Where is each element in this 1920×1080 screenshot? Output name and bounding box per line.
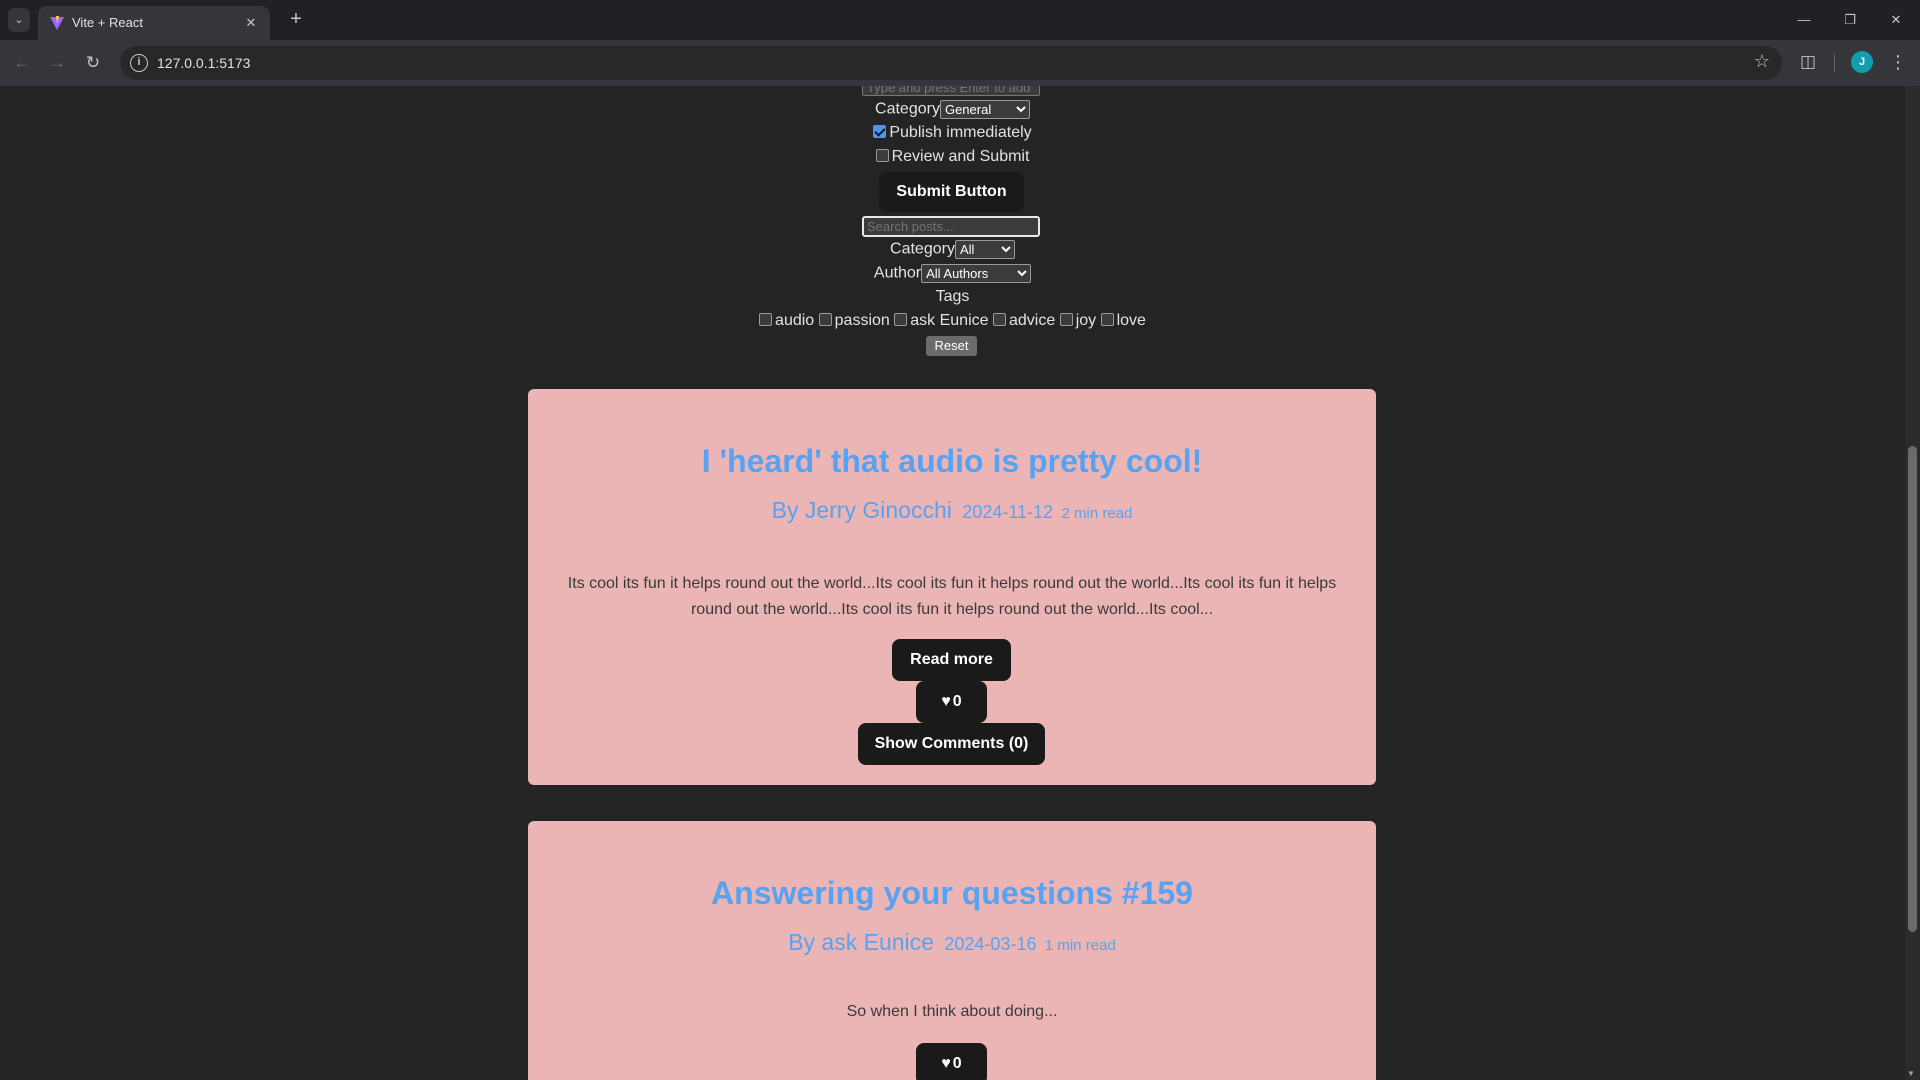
like-count: 0 [952, 1055, 962, 1072]
tags-heading: Tags [935, 288, 970, 305]
form-category-select[interactable]: General [939, 100, 1030, 119]
extensions-puzzle-icon[interactable]: ◫ [1796, 50, 1820, 74]
post-date: 2024-11-12 [962, 502, 1054, 522]
filter-author-select[interactable]: All Authors [921, 264, 1032, 283]
post-title[interactable]: I 'heard' that audio is pretty cool! [528, 443, 1376, 480]
page-scrollbar[interactable]: ▼ [1905, 86, 1920, 1080]
tag-label: joy [1075, 312, 1097, 329]
review-row: Review and Submit [0, 148, 1905, 166]
tag-label: love [1116, 312, 1146, 329]
toolbar-divider [1834, 54, 1835, 72]
tab-close-icon[interactable]: ✕ [242, 14, 260, 32]
tag-label: advice [1008, 312, 1056, 329]
like-count: 0 [952, 693, 962, 710]
back-arrow-icon[interactable]: ← [8, 49, 36, 77]
filter-author-label: Author [873, 264, 922, 282]
tab-list-chevron-icon[interactable]: ⌄ [8, 8, 30, 32]
tags-checkbox-list: audio passion ask Eunice advice joy love [0, 312, 1905, 330]
reset-button[interactable]: Reset [926, 336, 977, 356]
window-close-icon[interactable]: ✕ [1873, 0, 1919, 40]
heart-icon: ♥ [941, 1055, 951, 1072]
tag-checkbox-advice[interactable] [992, 313, 1006, 326]
tab-title: Vite + React [72, 15, 143, 30]
post-card: I 'heard' that audio is pretty cool! By … [528, 389, 1376, 785]
tag-checkbox-joy[interactable] [1059, 313, 1073, 326]
publish-checkbox[interactable] [873, 125, 887, 138]
show-comments-button[interactable]: Show Comments (0) [858, 723, 1045, 765]
forward-arrow-icon[interactable]: → [43, 49, 71, 77]
filter-category-row: Category All [0, 240, 1905, 259]
post-read-time: 2 min read [1061, 505, 1133, 522]
tag-checkbox-passion[interactable] [818, 313, 832, 326]
post-card: Answering your questions #159 By ask Eun… [528, 821, 1376, 1080]
tag-input[interactable] [862, 86, 1040, 96]
browser-tab-bar: ⌄ Vite + React ✕ + — ❐ ✕ [0, 0, 1920, 40]
publish-label: Publish immediately [889, 124, 1032, 141]
scroll-down-arrow-icon[interactable]: ▼ [1907, 1069, 1915, 1078]
filter-author-row: Author All Authors [0, 264, 1905, 283]
post-date: 2024-03-16 [944, 934, 1037, 954]
read-more-button[interactable]: Read more [892, 639, 1011, 681]
like-button[interactable]: ♥ 0 [916, 1043, 987, 1080]
scrollbar-thumb[interactable] [1908, 446, 1917, 932]
tag-label: audio [775, 312, 815, 329]
post-author: By ask Eunice [788, 929, 934, 955]
filter-category-select[interactable]: All [954, 240, 1015, 259]
tag-label: passion [834, 312, 890, 329]
like-button[interactable]: ♥ 0 [916, 681, 987, 723]
post-meta: By ask Eunice 2024-03-16 1 min read [528, 929, 1376, 956]
review-label: Review and Submit [891, 148, 1030, 165]
vite-logo-icon [50, 16, 64, 30]
browser-tab[interactable]: Vite + React ✕ [38, 6, 270, 40]
page-viewport: CategoryGeneral Publish immediately Revi… [0, 86, 1920, 1080]
tag-checkbox-ask-eunice[interactable] [894, 313, 908, 326]
browser-toolbar: ← → ↻ i 127.0.0.1:5173 ☆ ◫ J ⋮ [0, 40, 1920, 86]
review-checkbox[interactable] [875, 149, 889, 162]
post-author: By Jerry Ginocchi [771, 497, 952, 523]
site-info-icon[interactable]: i [130, 54, 148, 72]
browser-menu-icon[interactable]: ⋮ [1886, 50, 1910, 74]
address-bar[interactable]: i 127.0.0.1:5173 ☆ [120, 46, 1782, 80]
submit-button[interactable]: Submit Button [879, 172, 1024, 212]
form-category-label: Category [875, 100, 940, 118]
tag-checkbox-love[interactable] [1100, 313, 1114, 326]
minimize-icon[interactable]: — [1781, 0, 1827, 40]
filter-category-label: Category [890, 240, 955, 258]
post-title[interactable]: Answering your questions #159 [528, 875, 1376, 912]
restore-icon[interactable]: ❐ [1827, 0, 1873, 40]
search-input[interactable] [862, 216, 1040, 237]
tag-label: ask Eunice [910, 312, 989, 329]
form-category-row: Category General [0, 100, 1905, 119]
tag-checkbox-audio[interactable] [759, 313, 773, 326]
post-read-time: 1 min read [1044, 937, 1116, 954]
bookmark-star-icon[interactable]: ☆ [1754, 51, 1770, 72]
publish-row: Publish immediately [0, 124, 1905, 142]
post-excerpt: Its cool its fun it helps round out the … [567, 575, 1337, 618]
post-excerpt: So when I think about doing... [846, 1003, 1058, 1020]
heart-icon: ♥ [941, 693, 951, 710]
post-meta: By Jerry Ginocchi 2024-11-12 2 min read [528, 497, 1376, 524]
new-tab-button[interactable]: + [282, 8, 310, 32]
reload-icon[interactable]: ↻ [79, 49, 107, 77]
profile-avatar[interactable]: J [1851, 51, 1873, 73]
url-text: 127.0.0.1:5173 [157, 55, 251, 71]
